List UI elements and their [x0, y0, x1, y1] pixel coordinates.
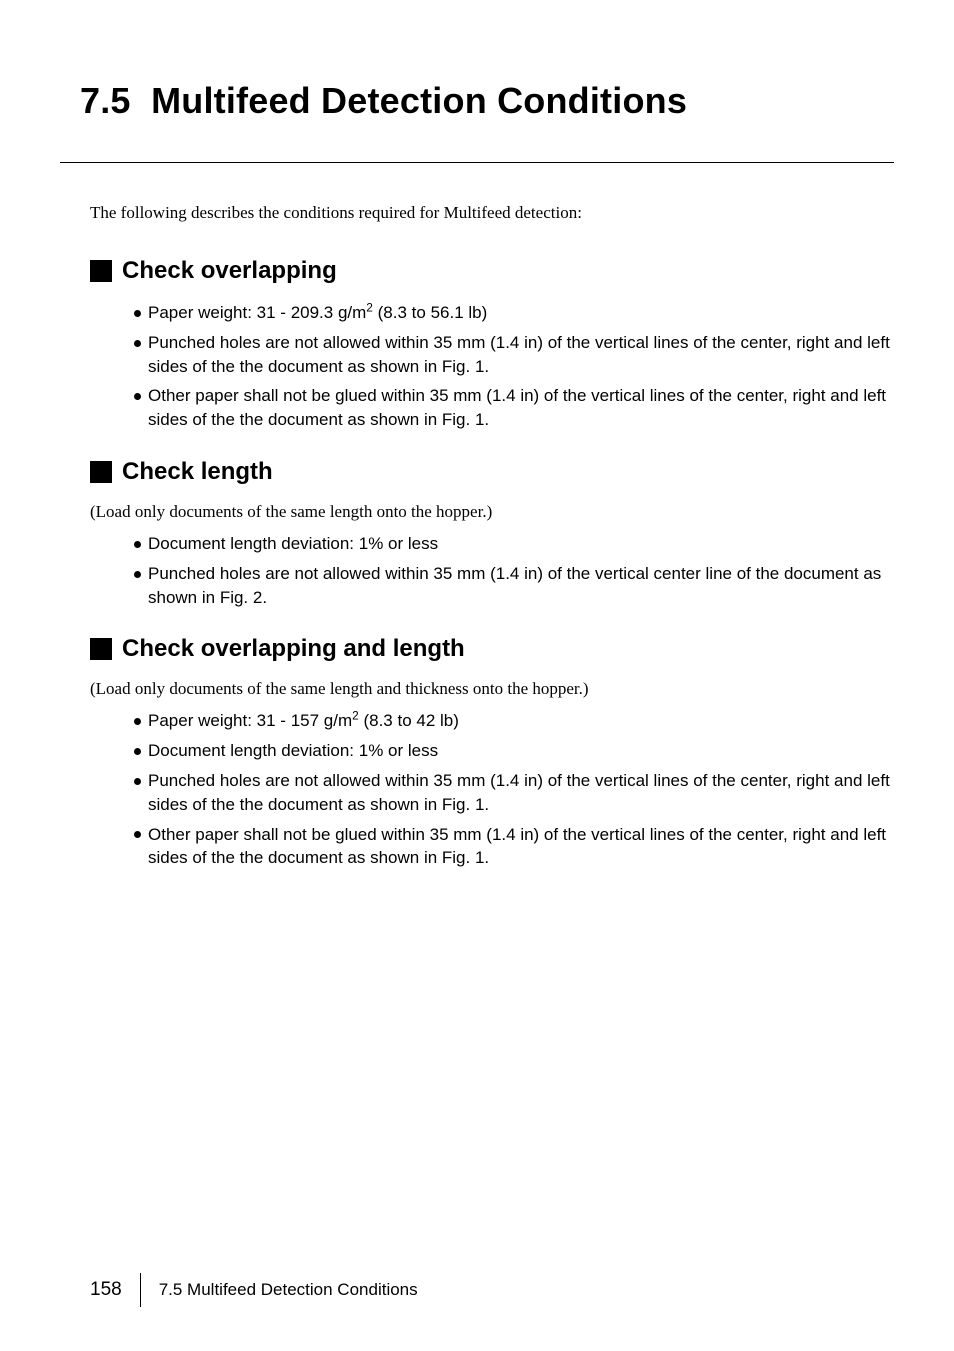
page-footer: 158 7.5 Multifeed Detection Conditions	[90, 1273, 418, 1307]
section-heading-overlapping: Check overlapping	[90, 257, 894, 285]
square-bullet-icon	[90, 461, 112, 483]
section-note: (Load only documents of the same length …	[90, 679, 894, 699]
chapter-number: 7.5	[80, 80, 131, 121]
bullet-list: Document length deviation: 1% or less Pu…	[134, 532, 894, 609]
square-bullet-icon	[90, 260, 112, 282]
horizontal-rule	[60, 162, 894, 163]
section-heading-length: Check length	[90, 458, 894, 486]
list-item: Punched holes are not allowed within 35 …	[134, 331, 894, 379]
bullet-text-suffix: (8.3 to 56.1 lb)	[373, 303, 487, 322]
list-item: Other paper shall not be glued within 35…	[134, 823, 894, 871]
chapter-title-text: Multifeed Detection Conditions	[151, 80, 687, 121]
page-number: 158	[90, 1279, 140, 1301]
page: 7.5 Multifeed Detection Conditions The f…	[0, 0, 954, 1351]
chapter-title: 7.5 Multifeed Detection Conditions	[80, 80, 894, 122]
section-heading-text: Check overlapping	[122, 257, 337, 285]
section-heading-text: Check overlapping and length	[122, 635, 465, 663]
section-note: (Load only documents of the same length …	[90, 502, 894, 522]
section-heading-text: Check length	[122, 458, 273, 486]
superscript: 2	[352, 709, 359, 723]
bullet-text: Document length deviation: 1% or less	[148, 534, 438, 553]
bullet-text: Paper weight: 31 - 209.3 g/m	[148, 303, 366, 322]
list-item: Punched holes are not allowed within 35 …	[134, 769, 894, 817]
footer-label: 7.5 Multifeed Detection Conditions	[159, 1280, 418, 1300]
intro-text: The following describes the conditions r…	[90, 203, 894, 223]
bullet-text: Other paper shall not be glued within 35…	[148, 386, 886, 429]
footer-divider	[140, 1273, 141, 1307]
list-item: Other paper shall not be glued within 35…	[134, 384, 894, 432]
bullet-text: Document length deviation: 1% or less	[148, 741, 438, 760]
bullet-text-suffix: (8.3 to 42 lb)	[359, 711, 459, 730]
superscript: 2	[366, 300, 373, 314]
list-item: Document length deviation: 1% or less	[134, 739, 894, 763]
bullet-text: Punched holes are not allowed within 35 …	[148, 564, 881, 607]
list-item: Paper weight: 31 - 209.3 g/m2 (8.3 to 56…	[134, 301, 894, 325]
list-item: Paper weight: 31 - 157 g/m2 (8.3 to 42 l…	[134, 709, 894, 733]
bullet-list: Paper weight: 31 - 209.3 g/m2 (8.3 to 56…	[134, 301, 894, 432]
bullet-text: Other paper shall not be glued within 35…	[148, 825, 886, 868]
bullet-text: Paper weight: 31 - 157 g/m	[148, 711, 352, 730]
bullet-text: Punched holes are not allowed within 35 …	[148, 771, 890, 814]
bullet-text: Punched holes are not allowed within 35 …	[148, 333, 890, 376]
bullet-list: Paper weight: 31 - 157 g/m2 (8.3 to 42 l…	[134, 709, 894, 870]
list-item: Document length deviation: 1% or less	[134, 532, 894, 556]
list-item: Punched holes are not allowed within 35 …	[134, 562, 894, 610]
square-bullet-icon	[90, 638, 112, 660]
section-heading-overlapping-length: Check overlapping and length	[90, 635, 894, 663]
